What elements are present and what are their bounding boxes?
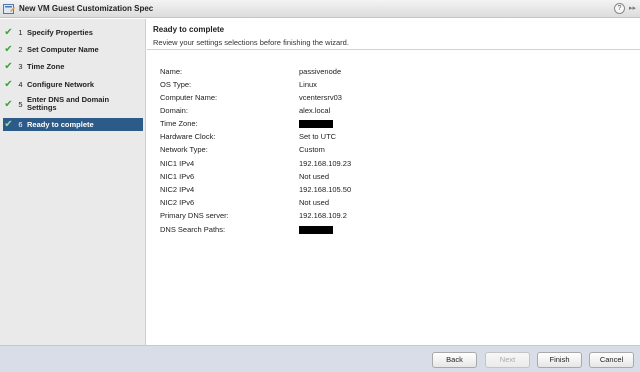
summary-row-domain: Domain: alex.local <box>160 104 460 117</box>
cancel-button[interactable]: Cancel <box>589 352 634 368</box>
summary-key: NIC1 IPv4 <box>160 159 195 168</box>
summary-value: Set to UTC <box>299 132 337 141</box>
check-icon: ✔ <box>4 44 13 55</box>
summary-value: Not used <box>299 198 330 207</box>
expand-icon[interactable]: ▸▸ <box>629 4 636 12</box>
redacted-value <box>299 120 333 128</box>
check-icon: ✔ <box>4 119 13 130</box>
summary-key: Hardware Clock: <box>160 132 216 141</box>
step-label: Set Computer Name <box>27 44 99 54</box>
vm-wizard-icon <box>3 4 15 14</box>
step-label: Time Zone <box>27 61 65 71</box>
step-number: 6 <box>18 120 23 129</box>
summary-row-primary-dns: Primary DNS server: 192.168.109.2 <box>160 209 460 222</box>
page-subtitle: Review your settings selections before f… <box>153 38 349 47</box>
summary-value: alex.local <box>299 106 331 115</box>
summary-row-name: Name: passivenode <box>160 65 460 78</box>
wizard-footer: Back Next Finish Cancel <box>0 345 640 372</box>
step-specify-properties[interactable]: ✔ 1 Specify Properties <box>3 26 143 39</box>
page-title: Ready to complete <box>153 25 225 34</box>
summary-value: Not used <box>299 172 330 181</box>
summary-row-computer-name: Computer Name: vcentersrv03 <box>160 91 460 104</box>
summary-key: Network Type: <box>160 145 208 154</box>
step-dns-domain-settings[interactable]: ✔ 5 Enter DNS and Domain Settings <box>3 95 143 113</box>
summary-value: vcentersrv03 <box>299 93 342 102</box>
step-time-zone[interactable]: ✔ 3 Time Zone <box>3 60 143 73</box>
check-icon: ✔ <box>4 79 13 90</box>
step-label: Enter DNS and Domain Settings <box>27 95 110 112</box>
summary-key: Name: <box>160 67 183 76</box>
summary-value: 192.168.109.2 <box>299 211 347 220</box>
summary-row-network-type: Network Type: Custom <box>160 143 460 156</box>
step-number: 2 <box>18 45 23 54</box>
summary-row-hardware-clock: Hardware Clock: Set to UTC <box>160 130 460 143</box>
back-button[interactable]: Back <box>432 352 477 368</box>
summary-key: NIC2 IPv4 <box>160 185 195 194</box>
summary-row-nic2-ipv4: NIC2 IPv4 192.168.105.50 <box>160 183 460 196</box>
summary-key: NIC2 IPv6 <box>160 198 195 207</box>
summary-key: OS Type: <box>160 80 192 89</box>
summary-key: Time Zone: <box>160 119 198 128</box>
step-configure-network[interactable]: ✔ 4 Configure Network <box>3 78 143 91</box>
step-number: 5 <box>18 99 23 109</box>
summary-key: NIC1 IPv6 <box>160 172 195 181</box>
summary-row-nic1-ipv4: NIC1 IPv4 192.168.109.23 <box>160 157 460 170</box>
step-set-computer-name[interactable]: ✔ 2 Set Computer Name <box>3 43 143 56</box>
wizard-steps-sidebar: ✔ 1 Specify Properties ✔ 2 Set Computer … <box>0 19 146 345</box>
summary-row-nic1-ipv6: NIC1 IPv6 Not used <box>160 170 460 183</box>
summary-key: Computer Name: <box>160 93 218 102</box>
check-icon: ✔ <box>4 27 13 38</box>
summary-value: passivenode <box>299 67 342 76</box>
step-number: 1 <box>18 28 23 37</box>
summary-value: Custom <box>299 145 325 154</box>
summary-row-os-type: OS Type: Linux <box>160 78 460 91</box>
summary-key: DNS Search Paths: <box>160 225 226 234</box>
step-number: 4 <box>18 80 23 89</box>
summary-value: 192.168.109.23 <box>299 159 352 168</box>
header-divider <box>147 49 640 50</box>
step-ready-to-complete[interactable]: ✔ 6 Ready to complete <box>3 118 143 131</box>
next-button[interactable]: Next <box>485 352 530 368</box>
step-number: 3 <box>18 62 23 71</box>
summary-row-nic2-ipv6: NIC2 IPv6 Not used <box>160 196 460 209</box>
check-icon: ✔ <box>4 61 13 72</box>
step-label: Specify Properties <box>27 27 93 37</box>
help-icon[interactable]: ? <box>614 3 625 14</box>
summary-row-time-zone: Time Zone: <box>160 117 460 130</box>
window-titlebar: New VM Guest Customization Spec ? ▸▸ <box>0 0 640 18</box>
finish-button[interactable]: Finish <box>537 352 582 368</box>
step-label: Ready to complete <box>27 119 94 129</box>
check-icon: ✔ <box>4 98 13 110</box>
main-panel: Ready to complete Review your settings s… <box>147 19 640 345</box>
summary-value: Linux <box>299 80 317 89</box>
redacted-value <box>299 226 333 234</box>
summary-key: Domain: <box>160 106 188 115</box>
summary-value: 192.168.105.50 <box>299 185 352 194</box>
summary-row-dns-search-paths: DNS Search Paths: <box>160 223 460 236</box>
summary-key: Primary DNS server: <box>160 211 229 220</box>
step-label: Configure Network <box>27 79 95 89</box>
window-title: New VM Guest Customization Spec <box>19 4 154 13</box>
